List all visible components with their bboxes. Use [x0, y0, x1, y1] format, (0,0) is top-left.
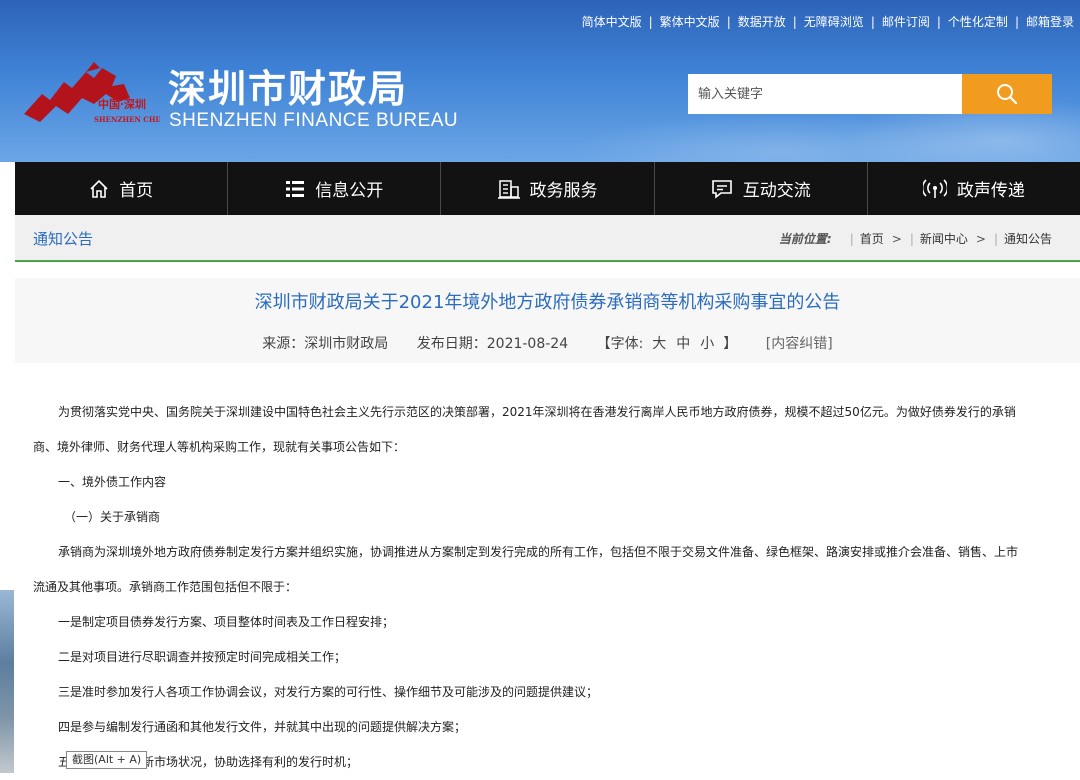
link-open-data[interactable]: 数据开放	[738, 15, 786, 29]
screenshot-tooltip: 截图(Alt + A)	[66, 751, 148, 769]
chat-icon	[711, 179, 732, 199]
breadcrumb-news-center[interactable]: 新闻中心	[920, 232, 968, 246]
breadcrumb-bar: 通知公告 当前位置: | 首页 > | 新闻中心 > | 通知公告	[15, 215, 1080, 262]
nav-label: 政声传递	[956, 181, 1025, 201]
paragraph: 商、境外律师、财务代理人等机构采购工作，现就有关事项公告如下：	[33, 440, 406, 454]
home-icon	[90, 179, 108, 198]
font-size-label: 【字体:	[596, 336, 644, 352]
list-icon	[286, 180, 305, 197]
link-traditional-chinese[interactable]: 繁体中文版	[660, 15, 720, 29]
paragraph: 承销商为深圳境外地方政府债券制定发行方案并组织实施，协调推进从方案制定到发行完成…	[58, 545, 1019, 559]
list-item: 四是参与编制发行通函和其他发行文件，并就其中出现的问题提供解决方案；	[58, 720, 467, 734]
section-heading: 一、境外债工作内容	[58, 475, 167, 489]
paragraph: 为贯彻落实党中央、国务院关于深圳建设中国特色社会主义先行示范区的决策部署，202…	[58, 405, 1016, 419]
search-input[interactable]	[688, 74, 962, 114]
nav-item-gov-voice[interactable]: 政声传递	[868, 162, 1080, 215]
list-item: 二是对项目进行尽职调查并按预定时间完成相关工作；	[58, 650, 347, 664]
font-size-switcher: 【字体: 大中小】	[597, 336, 738, 352]
breadcrumb: 当前位置: | 首页 > | 新闻中心 > | 通知公告	[778, 232, 1052, 246]
nav-item-gov-services[interactable]: 政务服务	[441, 162, 655, 215]
search-box	[688, 74, 1052, 114]
emblem-cn-text: 中国·深圳	[98, 97, 146, 111]
article-title: 深圳市财政局关于2021年境外地方政府债券承销商等机构采购事宜的公告	[254, 292, 841, 313]
link-personalize[interactable]: 个性化定制	[948, 15, 1008, 29]
link-mail-subscribe[interactable]: 邮件订阅	[882, 15, 930, 29]
search-icon	[997, 84, 1018, 105]
site-title-en: SHENZHEN FINANCE BUREAU	[169, 110, 459, 131]
breadcrumb-home[interactable]: 首页	[860, 232, 884, 246]
breadcrumb-notices[interactable]: 通知公告	[1004, 232, 1052, 246]
breadcrumb-label: 当前位置:	[778, 232, 832, 246]
paragraph: 流通及其他事项。承销商工作范围包括但不限于：	[33, 580, 298, 594]
font-size-medium[interactable]: 中	[676, 336, 690, 352]
nav-item-info-disclosure[interactable]: 信息公开	[228, 162, 442, 215]
main-nav: 首页 信息公开 政务服务 互动交流 政声传递	[15, 162, 1080, 215]
broadcast-icon	[922, 178, 947, 198]
nav-label: 首页	[119, 181, 154, 201]
link-accessibility[interactable]: 无障碍浏览	[804, 15, 864, 29]
font-size-close: 】	[723, 336, 738, 352]
article-date: 发布日期：2021-08-24	[416, 336, 569, 352]
nav-item-interaction[interactable]: 互动交流	[655, 162, 868, 215]
emblem-en-text: SHENZHEN CHINA	[94, 115, 160, 124]
list-item: 三是准时参加发行人各项工作协调会议，对发行方案的可行性、操作细节及可能涉及的问题…	[58, 685, 599, 699]
article-header: 深圳市财政局关于2021年境外地方政府债券承销商等机构采购事宜的公告 来源：深圳…	[15, 278, 1080, 363]
nav-label: 信息公开	[315, 181, 384, 201]
nav-label: 互动交流	[742, 181, 811, 201]
link-simplified-chinese[interactable]: 简体中文版	[582, 15, 642, 29]
list-item: 五是向发行人更新市场状况，协助选择有利的发行时机；	[58, 755, 359, 769]
list-item: 一是制定项目债券发行方案、项目整体时间表及工作日程安排；	[58, 615, 395, 629]
side-decoration-image	[0, 590, 14, 773]
font-size-large[interactable]: 大	[652, 336, 666, 352]
top-links: 简体中文版 | 繁体中文版 | 数据开放 | 无障碍浏览 | 邮件订阅 | 个性化定制 | 邮箱登录	[581, 15, 1074, 29]
nav-label: 政务服务	[529, 181, 598, 201]
link-mail-login[interactable]: 邮箱登录	[1026, 15, 1074, 29]
content-correction-link[interactable]: [内容纠错]	[766, 336, 833, 352]
section-title: 通知公告	[33, 230, 94, 248]
site-title-cn[interactable]: 深圳市财政局	[168, 66, 408, 112]
search-button[interactable]	[962, 74, 1052, 114]
article-meta: 来源：深圳市财政局 发布日期：2021-08-24 【字体: 大中小】 [内容纠错…	[15, 333, 1080, 353]
article-source: 来源：深圳市财政局	[262, 336, 389, 352]
article-body: 为贯彻落实党中央、国务院关于深圳建设中国特色社会主义先行示范区的决策部署，202…	[0, 395, 1080, 780]
nav-item-home[interactable]: 首页	[15, 162, 229, 215]
site-header: 简体中文版 | 繁体中文版 | 数据开放 | 无障碍浏览 | 邮件订阅 | 个性化定制 | 邮箱登录 中…	[0, 0, 1080, 162]
subsection-heading: （一）关于承销商	[64, 510, 161, 524]
font-size-small[interactable]: 小	[700, 336, 714, 352]
building-icon	[497, 179, 520, 199]
shenzhen-emblem-logo[interactable]: 中国·深圳 SHENZHEN CHINA	[20, 58, 160, 130]
